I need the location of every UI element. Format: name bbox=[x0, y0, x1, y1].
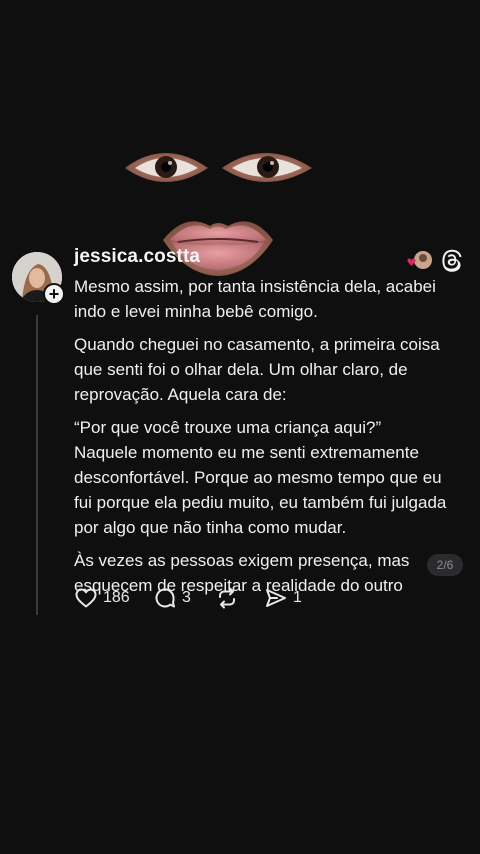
send-icon bbox=[266, 589, 286, 607]
follow-button[interactable]: + bbox=[43, 283, 65, 305]
post-body: Mesmo assim, por tanta insistência dela,… bbox=[74, 274, 462, 606]
post-paragraph: Quando cheguei no casamento, a primeira … bbox=[74, 335, 440, 404]
liked-by-avatar[interactable] bbox=[404, 249, 434, 271]
share-count: 1 bbox=[293, 589, 302, 606]
heart-icon bbox=[75, 588, 97, 608]
username[interactable]: jessica.costta bbox=[74, 246, 200, 268]
like-count: 186 bbox=[103, 589, 130, 606]
repost-button[interactable] bbox=[215, 585, 239, 611]
post-paragraph: “Por que você trouxe uma criança aqui?” bbox=[74, 418, 382, 437]
page-indicator: 2/6 bbox=[427, 554, 463, 576]
thread-line bbox=[36, 315, 38, 615]
heart-badge-icon bbox=[407, 258, 416, 266]
plus-icon: + bbox=[45, 285, 63, 303]
repost-icon bbox=[219, 587, 235, 609]
post-paragraph: Mesmo assim, por tanta insistência dela,… bbox=[74, 277, 436, 321]
threads-logo-icon[interactable] bbox=[440, 248, 464, 272]
left-eye bbox=[125, 153, 208, 182]
right-eye bbox=[222, 153, 312, 182]
reply-button[interactable]: 3 bbox=[153, 585, 191, 611]
comment-bubble-icon bbox=[155, 588, 175, 608]
post-paragraph: Naquele momento eu me senti extremamente… bbox=[74, 443, 447, 537]
reply-count: 3 bbox=[182, 589, 191, 606]
like-button[interactable]: 186 bbox=[74, 585, 130, 611]
share-button[interactable]: 1 bbox=[264, 585, 302, 611]
